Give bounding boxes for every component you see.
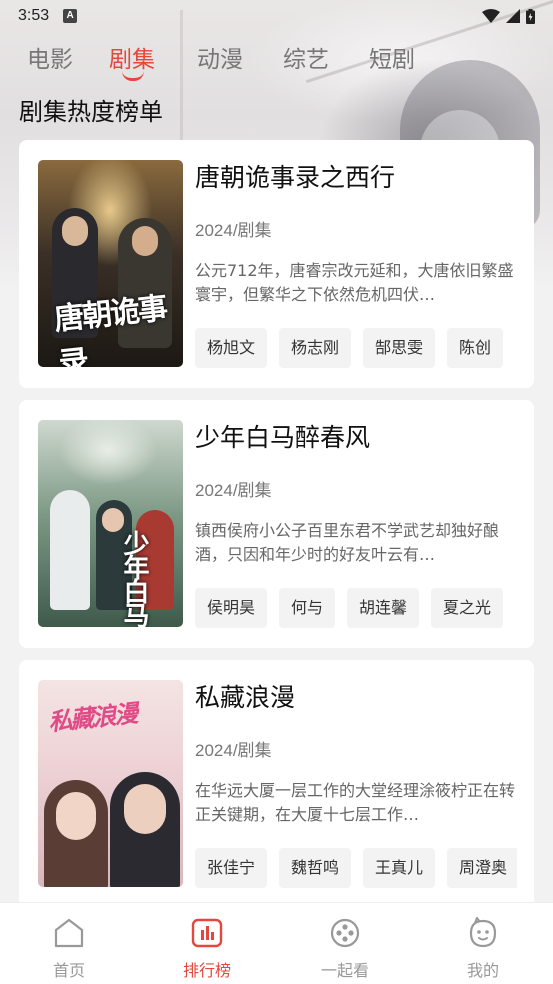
drama-title[interactable]: 私藏浪漫 <box>195 678 295 714</box>
battery-icon <box>526 8 535 24</box>
drama-description: 镇西侯府小公子百里东君不学武艺却独好酿酒，只因和年少时的好友叶云有… <box>195 521 500 564</box>
cast-tags: 杨旭文 杨志刚 郜思雯 陈创 <box>195 328 517 370</box>
poster-image[interactable]: 私藏浪漫 <box>38 680 183 887</box>
watch-together-icon <box>330 918 360 948</box>
tab-short-drama[interactable]: 短剧 <box>369 40 415 74</box>
tab-movies[interactable]: 电影 <box>27 40 73 74</box>
notification-icon: A <box>63 9 78 23</box>
ranking-icon <box>191 918 223 948</box>
poster-title-art: 私藏浪漫 <box>46 698 138 737</box>
profile-icon <box>469 917 497 948</box>
cast-tag[interactable]: 魏哲鸣 <box>279 848 352 888</box>
drama-card[interactable]: 少年白马 少年白马醉春风 2024/剧集 镇西侯府小公子百里东君不学武艺却独好酿… <box>19 400 534 648</box>
cast-tag[interactable]: 何与 <box>279 588 336 628</box>
cast-tags: 侯明昊 何与 胡连馨 夏之光 <box>195 588 517 630</box>
nav-watch-together-label: 一起看 <box>320 961 369 980</box>
cast-tag[interactable]: 夏之光 <box>431 588 504 628</box>
poster-image[interactable]: 唐朝诡事录 <box>38 160 183 367</box>
drama-card[interactable]: 唐朝诡事录 唐朝诡事录之西行 2024/剧集 公元712年，唐睿宗改元延和，大唐… <box>19 140 534 388</box>
nav-ranking[interactable]: 排行榜 <box>152 903 262 984</box>
drama-meta: 2024/剧集 <box>195 741 272 760</box>
drama-title[interactable]: 少年白马醉春风 <box>195 418 370 454</box>
signal-icon <box>506 9 520 23</box>
tab-anime[interactable]: 动漫 <box>197 40 243 74</box>
cast-tag[interactable]: 周澄奥 <box>447 848 517 888</box>
bottom-nav: 首页 排行榜 一起看 我的 <box>0 902 553 984</box>
poster-title-art: 少年白马 <box>119 530 149 626</box>
poster-image[interactable]: 少年白马 <box>38 420 183 627</box>
section-title: 剧集热度榜单 <box>19 98 163 126</box>
cast-tag[interactable]: 陈创 <box>447 328 504 368</box>
category-tabs: 电影 剧集 动漫 综艺 短剧 <box>0 40 553 84</box>
drama-title[interactable]: 唐朝诡事录之西行 <box>195 158 395 194</box>
cast-tag[interactable]: 王真儿 <box>363 848 436 888</box>
cast-tag[interactable]: 侯明昊 <box>195 588 268 628</box>
drama-description: 在华远大厦一层工作的大堂经理涂筱柠正在转正关键期，在大厦十七层工作… <box>195 781 515 824</box>
cast-tags: 张佳宁 魏哲鸣 王真儿 周澄奥 <box>195 848 517 890</box>
wifi-icon <box>482 9 500 23</box>
drama-description: 公元712年，唐睿宗改元延和，大唐依旧繁盛寰宇，但繁华之下依然危机四伏… <box>195 261 514 304</box>
status-time: 3:53 <box>18 7 50 24</box>
nav-home-label: 首页 <box>52 961 85 980</box>
cast-tag[interactable]: 郜思雯 <box>363 328 436 368</box>
cast-tag[interactable]: 杨志刚 <box>279 328 352 368</box>
active-tab-indicator <box>122 71 144 81</box>
nav-watch-together[interactable]: 一起看 <box>290 903 400 984</box>
nav-ranking-label: 排行榜 <box>182 961 231 980</box>
nav-home[interactable]: 首页 <box>14 903 124 984</box>
cast-tag[interactable]: 张佳宁 <box>195 848 268 888</box>
tab-variety[interactable]: 综艺 <box>283 40 329 74</box>
home-icon <box>54 918 84 948</box>
drama-meta: 2024/剧集 <box>195 221 272 240</box>
nav-profile-label: 我的 <box>466 961 499 980</box>
poster-title-art: 唐朝诡事录 <box>52 291 168 367</box>
nav-profile[interactable]: 我的 <box>428 903 538 984</box>
tab-series[interactable]: 剧集 <box>109 40 155 74</box>
cast-tag[interactable]: 杨旭文 <box>195 328 268 368</box>
cast-tag[interactable]: 胡连馨 <box>347 588 420 628</box>
drama-card[interactable]: 私藏浪漫 私藏浪漫 2024/剧集 在华远大厦一层工作的大堂经理涂筱柠正在转正关… <box>19 660 534 908</box>
drama-meta: 2024/剧集 <box>195 481 272 500</box>
status-bar: 3:53 A <box>0 0 553 32</box>
